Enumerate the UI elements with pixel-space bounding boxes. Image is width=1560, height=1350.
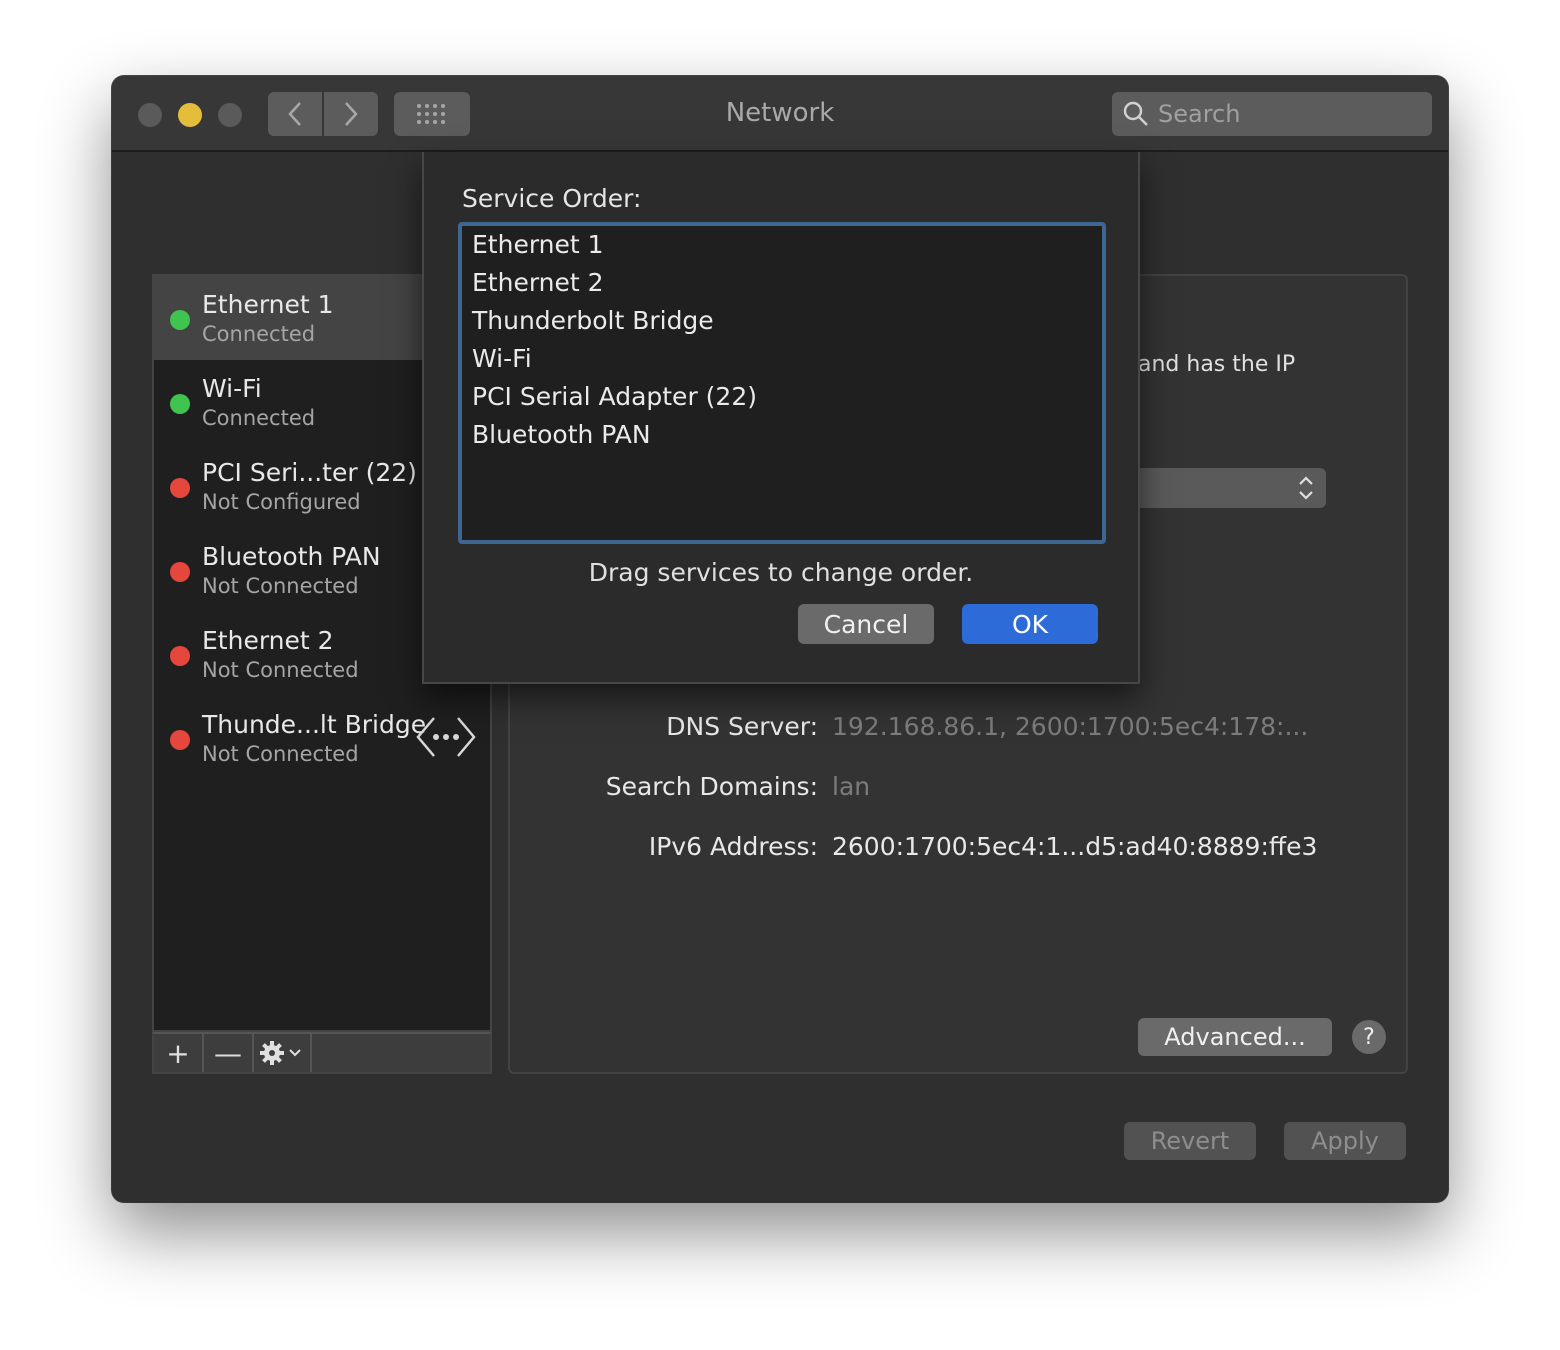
- apply-button[interactable]: Apply: [1284, 1122, 1406, 1160]
- status-dot: [170, 730, 190, 750]
- service-order-item[interactable]: Bluetooth PAN: [472, 420, 651, 449]
- service-status: Not Configured: [202, 490, 361, 514]
- status-dot: [170, 310, 190, 330]
- titlebar: Network Search: [112, 76, 1448, 152]
- service-status: Connected: [202, 406, 316, 430]
- service-status: Not Connected: [202, 658, 359, 682]
- location-popup[interactable]: [1110, 468, 1326, 508]
- service-order-sheet: Service Order: Ethernet 1 Ethernet 2 Thu…: [422, 152, 1140, 684]
- service-order-item[interactable]: Thunderbolt Bridge: [472, 306, 714, 335]
- status-dot: [170, 478, 190, 498]
- service-order-label: Service Order:: [462, 184, 642, 213]
- status-description: and has the IP: [1138, 352, 1296, 377]
- service-name: Thunde...lt Bridge: [202, 710, 427, 739]
- ok-button[interactable]: OK: [962, 604, 1098, 644]
- search-domains-label: Search Domains:: [605, 772, 818, 801]
- search-placeholder: Search: [1158, 100, 1241, 128]
- search-field[interactable]: Search: [1112, 92, 1432, 136]
- dns-server-value: 192.168.86.1, 2600:1700:5ec4:178:...: [832, 712, 1309, 741]
- chevron-up-down-icon: [1299, 476, 1313, 500]
- search-icon: [1123, 101, 1148, 126]
- gear-icon: [260, 1041, 301, 1065]
- advanced-button[interactable]: Advanced...: [1138, 1018, 1332, 1056]
- help-button[interactable]: ?: [1352, 1020, 1386, 1054]
- service-name: Bluetooth PAN: [202, 542, 381, 571]
- status-dot: [170, 562, 190, 582]
- service-order-item[interactable]: Wi-Fi: [472, 344, 532, 373]
- service-order-list[interactable]: Ethernet 1 Ethernet 2 Thunderbolt Bridge…: [458, 222, 1106, 544]
- service-name: Wi-Fi: [202, 374, 262, 403]
- status-dot: [170, 394, 190, 414]
- add-service-button[interactable]: +: [154, 1034, 204, 1072]
- cancel-button[interactable]: Cancel: [798, 604, 934, 644]
- service-order-item[interactable]: Ethernet 1: [472, 230, 604, 259]
- service-actions-button[interactable]: [254, 1034, 312, 1072]
- ipv6-address-value: 2600:1700:5ec4:1...d5:ad40:8889:ffe3: [832, 832, 1318, 861]
- revert-button[interactable]: Revert: [1124, 1122, 1256, 1160]
- service-status: Not Connected: [202, 742, 359, 766]
- service-order-item[interactable]: PCI Serial Adapter (22): [472, 382, 757, 411]
- status-dot: [170, 646, 190, 666]
- ipv6-address-label: IPv6 Address:: [648, 832, 818, 861]
- search-domains-value: lan: [832, 772, 871, 801]
- service-status: Not Connected: [202, 574, 359, 598]
- service-list-toolbar: + —: [152, 1032, 492, 1074]
- service-name: Ethernet 2: [202, 626, 334, 655]
- dns-server-label: DNS Server:: [666, 712, 818, 741]
- service-name: Ethernet 1: [202, 290, 334, 319]
- remove-service-button[interactable]: —: [204, 1034, 254, 1072]
- network-window: Network Search Ethernet 1 Connected Wi-F…: [112, 76, 1448, 1202]
- service-status: Connected: [202, 322, 316, 346]
- service-order-item[interactable]: Ethernet 2: [472, 268, 604, 297]
- drag-hint: Drag services to change order.: [588, 558, 974, 587]
- service-name: PCI Seri...ter (22): [202, 458, 417, 487]
